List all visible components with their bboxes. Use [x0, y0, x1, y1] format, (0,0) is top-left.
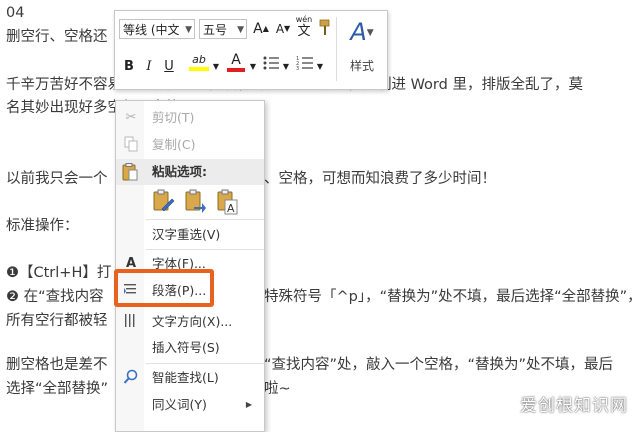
paste-keep-source-formatting-icon[interactable]	[152, 189, 176, 215]
chevron-right-icon: ▶	[245, 400, 252, 409]
styles-icon: A▼	[350, 18, 374, 46]
doc-heading: 删空行、空格还	[6, 29, 108, 45]
doc-paragraph-line: 标准操作：	[6, 218, 79, 234]
paste-options-header: 粘贴选项:	[116, 159, 264, 185]
context-menu: ✂ 剪切(T) 复制(C) 粘贴选项: A 汉字重选(V) A 字体(F)...…	[115, 100, 265, 432]
menu-item-insert-symbol[interactable]: 插入符号(S)	[116, 335, 264, 361]
highlight-color-swatch	[189, 67, 209, 71]
bullets-icon[interactable]	[261, 55, 281, 78]
doc-step-line: ❶【Ctrl+H】打	[6, 265, 112, 281]
menu-item-copy[interactable]: 复制(C)	[116, 132, 264, 158]
font-name-value: 等线 (中文	[123, 23, 180, 37]
paste-keep-text-only-icon[interactable]: A	[216, 189, 240, 215]
text-direction-icon	[122, 313, 140, 331]
numbering-icon[interactable]: 123	[295, 55, 315, 78]
chevron-down-icon: ▼	[237, 25, 244, 35]
watermark: 爱创根知识网	[520, 396, 628, 416]
doc-paragraph-line: 选择“全部替换”	[6, 381, 109, 397]
doc-paragraph-line: 、空格，可想而知浪费了多少时间！	[264, 171, 496, 187]
font-size-value: 五号	[203, 23, 228, 37]
doc-paragraph-line: “查找内容”处，敲入一个空格，“替换为”处不填，最后	[264, 357, 614, 373]
menu-item-label: 剪切(T)	[152, 110, 195, 125]
doc-heading-number: 04	[6, 5, 25, 21]
paste-options-label: 粘贴选项:	[152, 164, 207, 179]
grow-font-button[interactable]: A▲	[253, 19, 269, 39]
font-color-label: A	[231, 52, 241, 68]
toolbar-divider	[336, 17, 337, 81]
highlight-button[interactable]: ab	[187, 53, 211, 71]
menu-item-cut[interactable]: ✂ 剪切(T)	[116, 105, 264, 131]
wen-char-icon: 文	[297, 24, 311, 39]
copy-icon	[122, 136, 140, 154]
menu-separator	[146, 249, 264, 250]
italic-button[interactable]: I	[141, 57, 157, 77]
font-size-select[interactable]: 五号 ▼	[199, 19, 247, 39]
font-name-select[interactable]: 等线 (中文 ▼	[119, 19, 195, 39]
underline-button[interactable]: U	[161, 57, 177, 77]
doc-paragraph-line: 啦~	[264, 381, 291, 397]
doc-paragraph-line: 删空格也是差不	[6, 357, 108, 373]
paste-merge-formatting-icon[interactable]	[184, 189, 208, 215]
clipboard-icon	[122, 163, 138, 185]
styles-button[interactable]: A▼ 样式	[343, 17, 381, 83]
highlight-label: ab	[192, 53, 206, 66]
menu-separator	[146, 363, 264, 364]
scissors-icon: ✂	[125, 110, 137, 125]
menu-item-label: 插入符号(S)	[152, 340, 220, 355]
shrink-font-button[interactable]: A▼	[275, 19, 291, 39]
doc-step-line: 特殊符号「^p」，“替换为”处不填，最后选择“全部替换”，	[264, 289, 640, 305]
menu-item-smart-lookup[interactable]: 智能查找(L)	[116, 365, 264, 391]
menu-item-label: 智能查找(L)	[152, 370, 219, 385]
svg-text:3: 3	[296, 66, 299, 71]
mini-toolbar: 等线 (中文 ▼ 五号 ▼ A▲ A▼ wén 文 B I U ab ▼ A ▼…	[114, 10, 388, 90]
doc-step-line: 所有空行都被轻	[6, 313, 108, 329]
highlight-box	[114, 269, 214, 307]
search-icon	[122, 369, 140, 387]
font-color-swatch	[227, 68, 245, 72]
chevron-down-icon[interactable]: ▼	[212, 57, 220, 77]
shrink-font-label: A	[275, 22, 285, 36]
bold-button[interactable]: B	[121, 57, 137, 77]
menu-item-synonyms[interactable]: 同义词(Y) ▶	[116, 392, 264, 418]
styles-label: 样式	[349, 59, 374, 73]
menu-item-label: 汉字重选(V)	[152, 227, 221, 242]
phonetic-guide-button[interactable]: wén 文	[295, 15, 313, 39]
grow-font-label: A	[253, 21, 263, 37]
doc-step-line: ❷ 在“查找内容	[6, 289, 104, 305]
menu-item-reconvert[interactable]: 汉字重选(V)	[116, 222, 264, 248]
menu-item-text-direction[interactable]: 文字方向(X)...	[116, 309, 264, 335]
format-painter-icon[interactable]	[317, 19, 333, 44]
chevron-down-icon[interactable]: ▼	[316, 57, 324, 77]
chevron-down-icon: ▼	[185, 25, 192, 35]
menu-item-label: 同义词(Y)	[152, 397, 207, 412]
chevron-down-icon[interactable]: ▼	[249, 57, 257, 77]
menu-item-label: 文字方向(X)...	[152, 314, 233, 329]
svg-text:A: A	[227, 202, 235, 215]
doc-paragraph-line: 以前我只会一个	[6, 171, 108, 187]
menu-separator	[146, 219, 264, 220]
menu-item-label: 复制(C)	[152, 137, 196, 152]
chevron-down-icon[interactable]: ▼	[282, 57, 290, 77]
font-color-button[interactable]: A	[225, 53, 247, 72]
